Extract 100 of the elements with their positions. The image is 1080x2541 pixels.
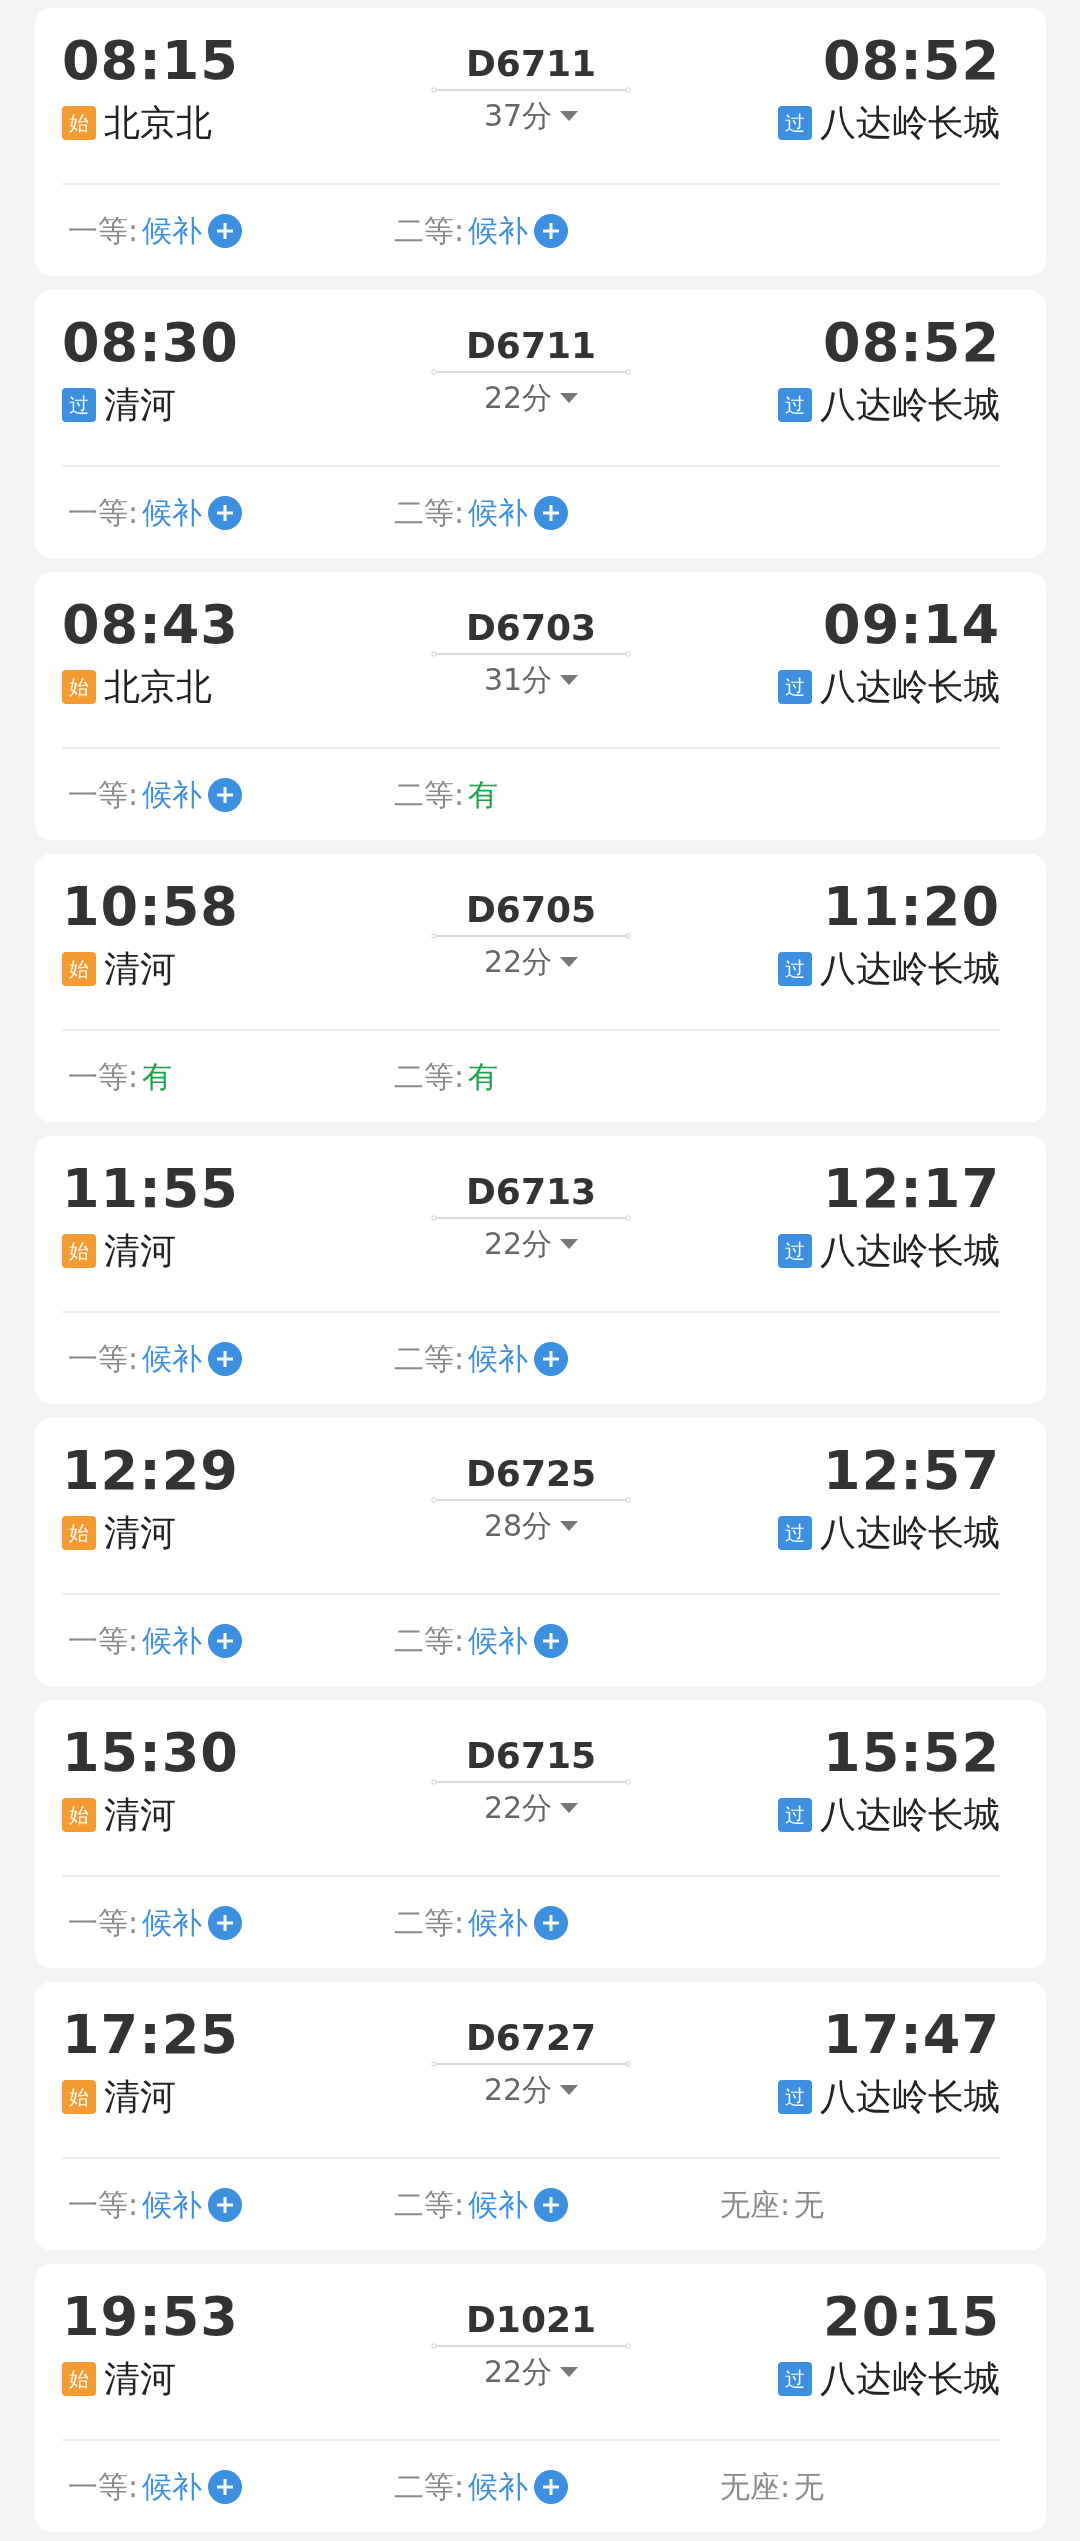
seat-availability: 候补 [468, 1340, 529, 1378]
caret-icon[interactable] [560, 956, 579, 967]
seat-class-label: 一等: [68, 2186, 139, 2224]
train-card[interactable]: 17:25 始 清河 D6727 22分 17:47 过 八达岭长城 一等:候补 二等:候补 无座:无 [35, 1982, 1046, 2250]
seat-class-label: 一等: [68, 776, 139, 814]
seat-class-label: 一等: [68, 494, 139, 532]
station-tag: 过 [778, 1234, 812, 1269]
caret-icon[interactable] [560, 2084, 579, 2095]
duration-text: 37分 [483, 97, 553, 136]
seat-class-label: 二等: [394, 776, 465, 814]
caret-icon[interactable] [560, 1238, 579, 1249]
seat-class-label: 一等: [68, 1904, 139, 1942]
add-icon[interactable] [208, 1623, 243, 1658]
station-name: 清河 [104, 383, 176, 428]
seat-class-label: 无座: [720, 2468, 791, 2506]
seat-availability: 候补 [142, 2186, 203, 2224]
departure-time: 19:53 [62, 2286, 240, 2349]
seat-availability: 无 [794, 2186, 825, 2224]
train-card[interactable]: 19:53 始 清河 D1021 22分 20:15 过 八达岭长城 一等:候补 二等:候补 无座:无 [35, 2264, 1046, 2532]
caret-icon[interactable] [560, 392, 579, 403]
station-tag: 过 [778, 106, 812, 141]
duration-text: 22分 [483, 2353, 553, 2392]
duration-text: 22分 [483, 1225, 553, 1264]
seat-availability: 候补 [468, 2186, 529, 2224]
seat-class-label: 一等: [68, 1058, 139, 1096]
station-name: 清河 [104, 2357, 176, 2402]
add-icon[interactable] [534, 1623, 569, 1658]
station-tag: 过 [62, 388, 96, 423]
departure-time: 08:43 [62, 594, 240, 657]
seat-availability: 候补 [142, 212, 203, 250]
seat-availability: 候补 [468, 2468, 529, 2506]
train-card[interactable]: 12:29 始 清河 D6725 28分 12:57 过 八达岭长城 一等:候补 二等:候补 [35, 1418, 1046, 1686]
train-number: D1021 [465, 2298, 597, 2342]
caret-icon[interactable] [560, 110, 579, 121]
seat-class-label: 无座: [720, 2186, 791, 2224]
add-icon[interactable] [534, 1905, 569, 1940]
seat-availability: 候补 [142, 2468, 203, 2506]
add-icon[interactable] [208, 777, 243, 812]
add-icon[interactable] [534, 2469, 569, 2504]
add-icon[interactable] [208, 1341, 243, 1376]
arrival-time: 17:47 [823, 2004, 1000, 2067]
train-card[interactable]: 11:55 始 清河 D6713 22分 12:17 过 八达岭长城 一等:候补 二等:候补 [35, 1136, 1046, 1404]
station-name: 八达岭长城 [820, 947, 1000, 992]
departure-time: 08:15 [62, 30, 240, 93]
station-tag: 始 [62, 1798, 96, 1833]
arrival-time: 20:15 [823, 2286, 1000, 2349]
seat-class-label: 二等: [394, 2186, 465, 2224]
seat-class-label: 二等: [394, 2468, 465, 2506]
add-icon[interactable] [208, 2469, 243, 2504]
seat-availability: 有 [468, 1058, 499, 1096]
station-tag: 过 [778, 1798, 812, 1833]
duration-text: 22分 [483, 2071, 553, 2110]
station-name: 清河 [104, 2075, 176, 2120]
seat-class-label: 二等: [394, 1904, 465, 1942]
train-card[interactable]: 08:15 始 北京北 D6711 37分 08:52 过 八达岭长城 一等:候补 二等:候补 [35, 8, 1046, 276]
seat-class-label: 二等: [394, 494, 465, 532]
seat-class-label: 二等: [394, 212, 465, 250]
duration-text: 28分 [483, 1507, 553, 1546]
departure-time: 11:55 [62, 1158, 240, 1221]
train-card[interactable]: 15:30 始 清河 D6715 22分 15:52 过 八达岭长城 一等:候补 二等:候补 [35, 1700, 1046, 1968]
station-name: 清河 [104, 1793, 176, 1838]
add-icon[interactable] [208, 213, 243, 248]
add-icon[interactable] [208, 495, 243, 530]
train-number: D6727 [465, 2016, 597, 2060]
departure-time: 17:25 [62, 2004, 240, 2067]
seat-availability: 候补 [142, 1622, 203, 1660]
seat-availability: 有 [468, 776, 499, 814]
duration-text: 22分 [483, 943, 553, 982]
station-name: 清河 [104, 947, 176, 992]
arrival-time: 12:17 [823, 1158, 1000, 1221]
add-icon[interactable] [534, 1341, 569, 1376]
station-tag: 始 [62, 670, 96, 705]
station-tag: 过 [778, 1516, 812, 1551]
caret-icon[interactable] [560, 1520, 579, 1531]
station-name: 八达岭长城 [820, 383, 1000, 428]
arrival-time: 15:52 [823, 1722, 1000, 1785]
caret-icon[interactable] [560, 1802, 579, 1813]
add-icon[interactable] [534, 495, 569, 530]
arrival-time: 11:20 [823, 876, 1000, 939]
station-name: 八达岭长城 [820, 1229, 1000, 1274]
station-name: 清河 [104, 1511, 176, 1556]
seat-availability: 候补 [142, 1340, 203, 1378]
station-tag: 始 [62, 2080, 96, 2115]
station-name: 八达岭长城 [820, 1511, 1000, 1556]
train-number: D6725 [465, 1452, 597, 1496]
add-icon[interactable] [208, 2187, 243, 2222]
station-name: 北京北 [104, 101, 212, 146]
caret-icon[interactable] [560, 674, 579, 685]
train-card[interactable]: 08:43 始 北京北 D6703 31分 09:14 过 八达岭长城 一等:候补 二等:有 [35, 572, 1046, 840]
add-icon[interactable] [208, 1905, 243, 1940]
station-tag: 始 [62, 1516, 96, 1551]
train-card[interactable]: 08:30 过 清河 D6711 22分 08:52 过 八达岭长城 一等:候补 二等:候补 [35, 290, 1046, 558]
station-tag: 始 [62, 952, 96, 987]
seat-availability: 候补 [468, 212, 529, 250]
add-icon[interactable] [534, 213, 569, 248]
caret-icon[interactable] [560, 2366, 579, 2377]
add-icon[interactable] [534, 2187, 569, 2222]
station-tag: 始 [62, 1234, 96, 1269]
arrival-time: 09:14 [823, 594, 1000, 657]
train-card[interactable]: 10:58 始 清河 D6705 22分 11:20 过 八达岭长城 一等:有 二等:有 [35, 854, 1046, 1122]
